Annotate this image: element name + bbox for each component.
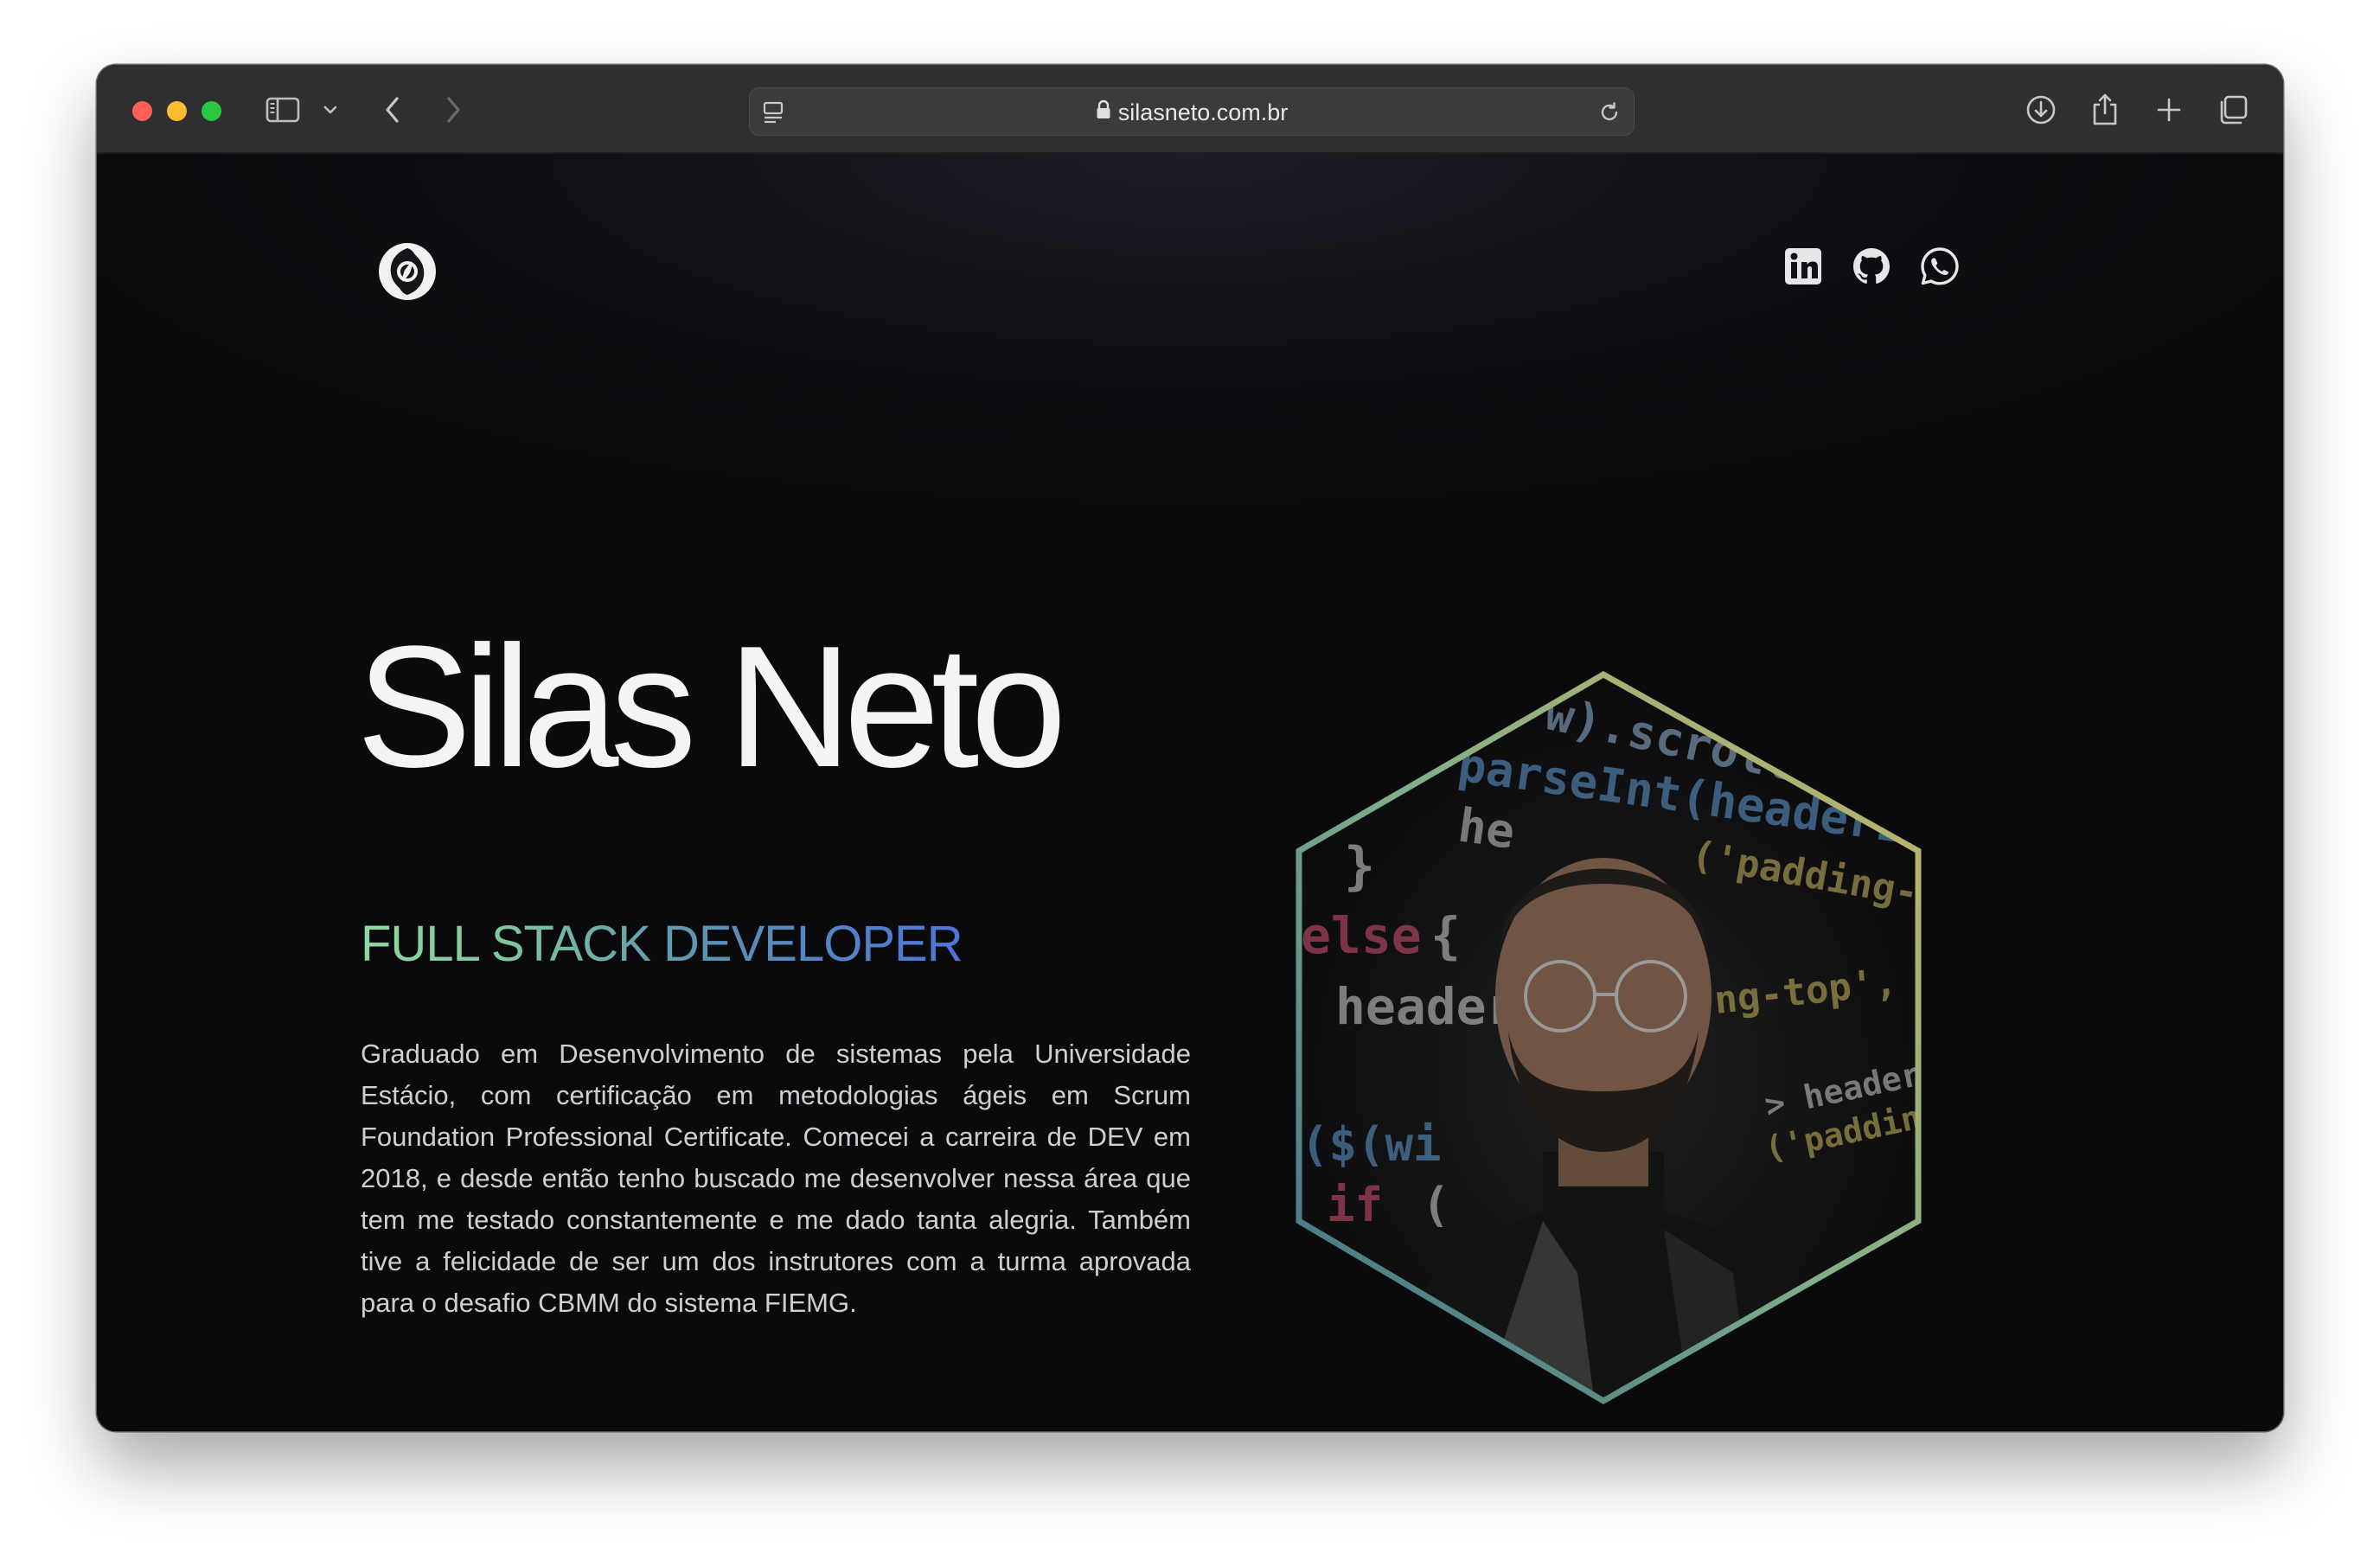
github-icon[interactable] [1851, 246, 1892, 287]
site-logo[interactable] [377, 241, 438, 302]
linkedin-icon[interactable] [1782, 246, 1824, 287]
browser-window: silasneto.com.br Silas Neto FULL STACK D… [97, 65, 2283, 1431]
browser-toolbar: silasneto.com.br [97, 65, 2283, 154]
minimize-window-button[interactable] [167, 101, 187, 121]
chevron-down-icon[interactable] [320, 91, 341, 129]
hero-role: FULL STACK DEVELOPER [361, 915, 963, 973]
url-text: silasneto.com.br [1117, 99, 1289, 125]
role-word-full: FULL [361, 916, 478, 972]
back-icon[interactable] [375, 91, 410, 129]
hero-bio: Graduado em Desenvolvimento de sistemas … [361, 1039, 1191, 1318]
address-bar[interactable]: silasneto.com.br [749, 87, 1635, 136]
new-tab-icon[interactable] [2150, 91, 2188, 129]
whatsapp-icon[interactable] [1919, 246, 1961, 287]
role-word-stack: STACK [490, 916, 650, 972]
hero-name: Silas Neto [356, 611, 1067, 803]
downloads-icon[interactable] [2022, 91, 2060, 129]
zoom-window-button[interactable] [202, 101, 221, 121]
forward-icon[interactable] [436, 91, 470, 129]
code-photo-background: w).scroll parseInt(header1.css he ('padd… [1299, 675, 1918, 1401]
lock-icon [1096, 99, 1111, 126]
tab-overview-icon[interactable] [2214, 91, 2252, 129]
profile-photo-hexagon: w).scroll parseInt(header1.css he ('padd… [1283, 668, 1941, 1405]
reload-icon[interactable] [1597, 100, 1622, 129]
web-page: Silas Neto FULL STACK DEVELOPER Graduado… [97, 154, 2283, 1431]
share-icon[interactable] [2086, 91, 2124, 129]
role-word-developer: DEVELOPER [663, 916, 963, 972]
close-window-button[interactable] [132, 101, 152, 121]
sidebar-toggle-icon[interactable] [264, 91, 302, 129]
